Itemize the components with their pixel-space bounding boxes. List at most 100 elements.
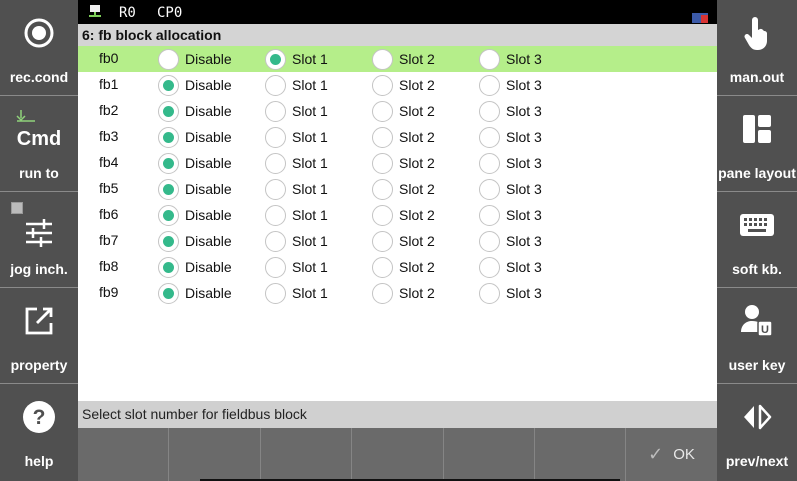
function-key-bar: ✓ OK <box>78 428 717 481</box>
radio-button[interactable] <box>158 257 179 278</box>
radio-button[interactable] <box>265 127 286 148</box>
radio-button[interactable] <box>158 75 179 96</box>
radio-button[interactable] <box>479 127 500 148</box>
radio-button[interactable] <box>158 49 179 70</box>
radio-button[interactable] <box>265 257 286 278</box>
function-key-5[interactable] <box>443 428 534 481</box>
radio-button[interactable] <box>372 257 393 278</box>
radio-button[interactable] <box>372 231 393 252</box>
radio-button[interactable] <box>158 153 179 174</box>
run-to-button[interactable]: Cmd run to <box>0 96 78 190</box>
pane-layout-button[interactable]: pane layout <box>717 96 797 190</box>
radio-button[interactable] <box>372 75 393 96</box>
table-row[interactable]: fb1 Disable Slot 1 Slot 2 Slot 3 <box>78 72 717 98</box>
row-label: fb6 <box>99 206 119 222</box>
prev-next-label: prev/next <box>725 453 789 469</box>
radio-button[interactable] <box>479 283 500 304</box>
option-label: Disable <box>185 233 232 249</box>
option-label: Slot 2 <box>399 51 435 67</box>
table-row[interactable]: fb3 Disable Slot 1 Slot 2 Slot 3 <box>78 124 717 150</box>
radio-button[interactable] <box>265 101 286 122</box>
man-out-button[interactable]: man.out <box>717 0 797 94</box>
right-panel: man.out pane layout soft kb. U user key … <box>717 0 797 481</box>
option-label: Slot 1 <box>292 103 328 119</box>
ok-label: OK <box>673 446 695 463</box>
function-key-1[interactable] <box>78 428 168 481</box>
man-out-label: man.out <box>729 69 785 85</box>
rec-cond-button[interactable]: rec.cond <box>0 0 78 94</box>
help-button[interactable]: ? help <box>0 384 78 478</box>
prev-next-button[interactable]: prev/next <box>717 384 797 478</box>
table-row[interactable]: fb2 Disable Slot 1 Slot 2 Slot 3 <box>78 98 717 124</box>
radio-button[interactable] <box>265 153 286 174</box>
jog-checkbox[interactable] <box>11 202 23 214</box>
radio-button[interactable] <box>479 257 500 278</box>
radio-button[interactable] <box>372 49 393 70</box>
soft-kb-button[interactable]: soft kb. <box>717 192 797 286</box>
table-row[interactable]: fb9 Disable Slot 1 Slot 2 Slot 3 <box>78 280 717 306</box>
radio-button[interactable] <box>158 283 179 304</box>
layout-icon <box>717 112 797 146</box>
row-label: fb7 <box>99 232 119 248</box>
jog-inch-button[interactable]: jog inch. <box>0 192 78 286</box>
table-row[interactable]: fb6 Disable Slot 1 Slot 2 Slot 3 <box>78 202 717 228</box>
user-key-label: user key <box>728 357 786 373</box>
radio-button[interactable] <box>372 179 393 200</box>
radio-button[interactable] <box>158 101 179 122</box>
radio-button[interactable] <box>265 205 286 226</box>
radio-button[interactable] <box>479 75 500 96</box>
property-button[interactable]: property <box>0 288 78 382</box>
radio-button[interactable] <box>479 153 500 174</box>
edit-icon <box>0 304 78 338</box>
option-label: Disable <box>185 155 232 171</box>
option-label: Slot 2 <box>399 207 435 223</box>
option-label: Slot 1 <box>292 233 328 249</box>
radio-button[interactable] <box>372 283 393 304</box>
hand-pointer-icon <box>717 16 797 50</box>
table-row[interactable]: fb8 Disable Slot 1 Slot 2 Slot 3 <box>78 254 717 280</box>
option-label: Slot 3 <box>506 103 542 119</box>
radio-button[interactable] <box>265 231 286 252</box>
radio-button[interactable] <box>479 101 500 122</box>
record-circle-icon <box>0 16 78 50</box>
radio-button[interactable] <box>479 231 500 252</box>
radio-button[interactable] <box>479 49 500 70</box>
row-label: fb3 <box>99 128 119 144</box>
function-key-4[interactable] <box>351 428 443 481</box>
radio-button[interactable] <box>372 205 393 226</box>
option-label: Slot 1 <box>292 285 328 301</box>
radio-button[interactable] <box>158 231 179 252</box>
function-key-6[interactable] <box>534 428 625 481</box>
cp-indicator: CP0 <box>157 5 183 21</box>
radio-button[interactable] <box>158 205 179 226</box>
function-key-3[interactable] <box>260 428 351 481</box>
ok-button[interactable]: ✓ OK <box>625 428 717 481</box>
row-label: fb5 <box>99 180 119 196</box>
option-label: Slot 2 <box>399 285 435 301</box>
radio-button[interactable] <box>265 179 286 200</box>
svg-text:?: ? <box>33 406 46 429</box>
option-label: Disable <box>185 129 232 145</box>
table-row[interactable]: fb7 Disable Slot 1 Slot 2 Slot 3 <box>78 228 717 254</box>
radio-button[interactable] <box>265 283 286 304</box>
function-key-2[interactable] <box>168 428 260 481</box>
radio-button[interactable] <box>479 179 500 200</box>
sliders-icon <box>0 216 78 250</box>
radio-button[interactable] <box>265 75 286 96</box>
property-label: property <box>10 357 68 373</box>
table-row[interactable]: fb4 Disable Slot 1 Slot 2 Slot 3 <box>78 150 717 176</box>
table-row[interactable]: fb5 Disable Slot 1 Slot 2 Slot 3 <box>78 176 717 202</box>
radio-button[interactable] <box>158 127 179 148</box>
network-icon <box>88 4 102 25</box>
radio-button[interactable] <box>479 205 500 226</box>
prev-next-icon <box>717 400 797 434</box>
radio-button[interactable] <box>372 127 393 148</box>
radio-button[interactable] <box>372 101 393 122</box>
user-key-button[interactable]: U user key <box>717 288 797 382</box>
status-text: Select slot number for fieldbus block <box>82 406 307 422</box>
radio-button[interactable] <box>158 179 179 200</box>
option-label: Slot 2 <box>399 259 435 275</box>
radio-button[interactable] <box>265 49 286 70</box>
radio-button[interactable] <box>372 153 393 174</box>
table-row[interactable]: fb0 Disable Slot 1 Slot 2 Slot 3 <box>78 46 717 72</box>
